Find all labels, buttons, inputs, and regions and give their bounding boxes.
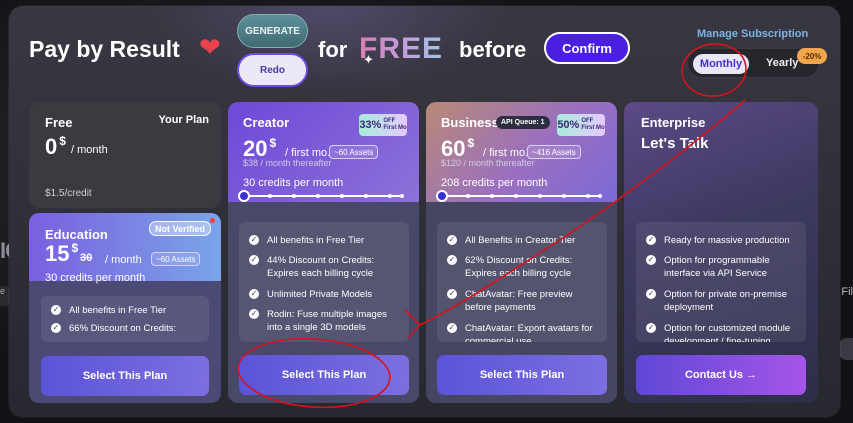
list-item: ✓ ChatAvatar: Free preview before payment…: [447, 289, 573, 313]
check-icon: ✓: [447, 289, 457, 299]
plan-card-free: Free Your Plan 0 $ / month $1.5/credit: [29, 102, 221, 208]
background-side-button: [839, 338, 853, 360]
credits-slider[interactable]: [436, 190, 604, 202]
plan-name: Free: [45, 115, 73, 130]
check-icon: ✓: [447, 255, 457, 265]
check-icon: ✓: [249, 235, 259, 245]
discount-badge: 50% OFF First Mo: [557, 114, 605, 136]
plan-name: Education: [45, 227, 108, 242]
list-item: ✓ All Benefits in Creator Tier: [447, 235, 576, 246]
slider-step: [316, 194, 320, 198]
sparkle-icon: ✦: [363, 52, 374, 67]
redo-button[interactable]: Redo: [237, 53, 308, 87]
check-icon: ✓: [646, 255, 656, 265]
features-list: ✓ All benefits in Free Tier ✓ 44% Discount…: [239, 222, 409, 342]
your-plan-label: Your Plan: [158, 114, 209, 126]
check-icon: ✓: [51, 323, 61, 333]
slider-step: [490, 194, 494, 198]
plan-period: / month: [105, 254, 142, 266]
check-icon: ✓: [646, 289, 656, 299]
alert-dot-icon: [210, 218, 215, 223]
plan-name: Business: [441, 115, 499, 130]
assets-badge: ~60 Assets: [151, 252, 201, 266]
price-thereafter: $120 / month thereafter: [441, 158, 535, 168]
plan-name: Enterprise: [641, 115, 706, 130]
slider-step: [388, 194, 392, 198]
select-plan-button[interactable]: Select This Plan: [437, 355, 607, 395]
slider-step: [466, 194, 470, 198]
credits-per-month: 30 credits per month: [45, 272, 146, 284]
slider-step: [364, 194, 368, 198]
heart-icon: ❤: [199, 32, 221, 62]
billing-yearly-option[interactable]: Yearly: [766, 57, 798, 69]
list-item: ✓ All benefits in Free Tier: [51, 305, 167, 316]
check-icon: ✓: [646, 323, 656, 333]
pricing-modal: Pay by Result ❤ GENERATE Redo for FREE ✦…: [9, 6, 840, 417]
check-icon: ✓: [249, 255, 259, 265]
yearly-discount-badge: -20%: [797, 48, 827, 64]
list-item: ✓ Option for programmable interface via A…: [646, 255, 770, 279]
background-filter-text: Fil: [841, 286, 853, 298]
credit-price-note: $1.5/credit: [45, 188, 92, 199]
list-item: ✓ Ready for massive production: [646, 235, 790, 246]
credits-per-month: 30 credits per month: [243, 177, 344, 189]
plan-price: 0 $: [45, 134, 66, 159]
list-item: ✓ Rodin: Fuse multiple images into a sing…: [249, 309, 387, 333]
check-icon: ✓: [51, 305, 61, 315]
credits-slider[interactable]: [238, 190, 406, 202]
slider-step: [292, 194, 296, 198]
price-thereafter: $38 / month thereafter: [243, 158, 332, 168]
plan-card-creator: Creator 33% OFF First Mo 20 $ / first mo. …: [228, 102, 419, 403]
plan-card-enterprise: Enterprise Let's Talk ✓ Ready for massive…: [624, 102, 818, 403]
discount-badge: 33% OFF First Mo: [359, 114, 407, 136]
header-before-text: before: [459, 37, 527, 62]
api-queue-badge: API Queue: 1: [496, 116, 550, 129]
check-icon: ✓: [447, 323, 457, 333]
slider-thumb[interactable]: [436, 190, 448, 202]
select-plan-button[interactable]: Select This Plan: [239, 355, 409, 395]
slider-step: [400, 194, 404, 198]
check-icon: ✓: [249, 309, 259, 319]
slider-step: [586, 194, 590, 198]
list-item: ✓ Unlimited Private Models: [249, 289, 373, 300]
slider-step: [538, 194, 542, 198]
select-plan-button[interactable]: Select This Plan: [41, 356, 209, 396]
assets-badge: ~60 Assets: [329, 145, 379, 159]
manage-subscription-link[interactable]: Manage Subscription: [697, 28, 808, 40]
slider-step: [514, 194, 518, 198]
features-list: ✓ Ready for massive production ✓ Option fo…: [636, 222, 806, 342]
slider-step: [340, 194, 344, 198]
status-badge: Not Verified: [148, 221, 211, 236]
features-list: ✓ All benefits in Free Tier ✓ 66% Discount…: [41, 296, 209, 342]
confirm-button[interactable]: Confirm: [544, 32, 630, 64]
slider-step: [268, 194, 272, 198]
list-item: ✓ ChatAvatar: Export avatars for commerci…: [447, 323, 593, 342]
features-list: ✓ All Benefits in Creator Tier ✓ 62% Disco…: [437, 222, 607, 342]
generate-button[interactable]: GENERATE: [237, 14, 308, 48]
list-item: ✓ 66% Discount on Credits:: [51, 323, 177, 334]
list-item: ✓ Option for private on-premise deploymen…: [646, 289, 788, 313]
check-icon: ✓: [447, 235, 457, 245]
plan-card-education: Education Not Verified 15 $30 / month ~60…: [29, 213, 221, 403]
list-item: ✓ All benefits in Free Tier: [249, 235, 365, 246]
plan-card-business: Business API Queue: 1 50% OFF First Mo 60…: [426, 102, 617, 403]
contact-us-button[interactable]: Contact Us →: [636, 355, 806, 395]
slider-step: [598, 194, 602, 198]
slider-step: [562, 194, 566, 198]
plan-headline: Let's Talk: [641, 135, 709, 152]
check-icon: ✓: [646, 235, 656, 245]
header-for-text: for: [318, 37, 348, 62]
billing-monthly-option[interactable]: Monthly: [693, 54, 749, 74]
plan-price: 15 $30: [45, 241, 93, 266]
assets-badge: ~416 Assets: [527, 145, 581, 159]
credits-per-month: 208 credits per month: [441, 177, 548, 189]
check-icon: ✓: [249, 289, 259, 299]
plan-name: Creator: [243, 115, 290, 130]
plan-period: / month: [71, 144, 108, 156]
header-title: Pay by Result: [29, 36, 180, 62]
list-item: ✓ 62% Discount on Credits: Expires each b…: [447, 255, 573, 279]
list-item: ✓ 44% Discount on Credits: Expires each b…: [249, 255, 375, 279]
slider-thumb[interactable]: [238, 190, 250, 202]
list-item: ✓ Option for customized module developmen…: [646, 323, 791, 342]
